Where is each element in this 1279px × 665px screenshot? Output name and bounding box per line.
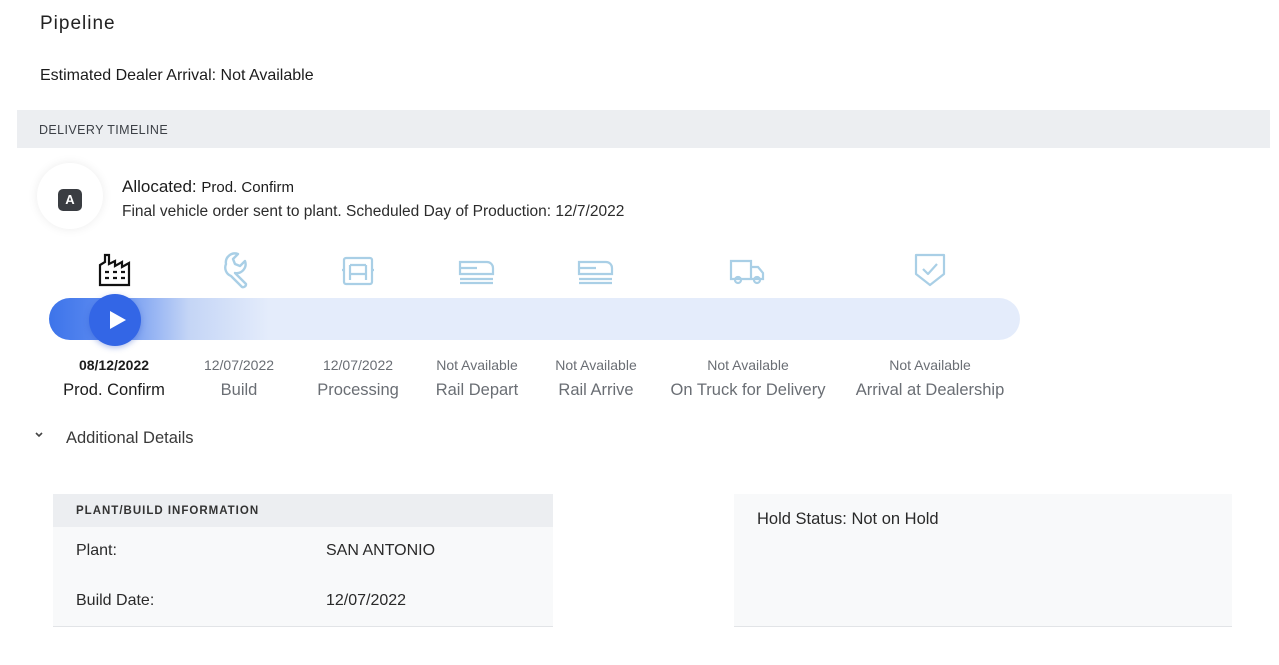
build-date-value: 12/07/2022 xyxy=(326,592,407,609)
factory-icon xyxy=(95,250,135,290)
build-date-label: Build Date: xyxy=(76,592,155,609)
page-title: Pipeline xyxy=(40,13,116,34)
truck-icon xyxy=(727,250,767,290)
status-badge: A xyxy=(58,189,82,211)
chevron-down-icon[interactable] xyxy=(33,428,45,444)
plant-label: Plant: xyxy=(76,542,117,559)
shield-check-icon xyxy=(910,250,950,290)
rail-car-icon xyxy=(576,250,616,290)
estimated-dealer-arrival: Estimated Dealer Arrival: Not Available xyxy=(40,67,314,84)
stage-date: Not Available xyxy=(889,357,971,373)
status-label: Allocated: xyxy=(122,177,197,196)
plant-value: SAN ANTONIO xyxy=(326,542,436,559)
wrench-icon xyxy=(218,250,258,290)
additional-details-toggle[interactable]: Additional Details xyxy=(66,429,194,448)
processing-icon xyxy=(338,250,378,290)
status-stage: Prod. Confirm xyxy=(201,179,294,196)
stage-arrival-dealership[interactable]: Not Available Arrival at Dealership xyxy=(840,355,1020,400)
rail-car-icon xyxy=(457,250,497,290)
play-button[interactable] xyxy=(89,294,141,346)
delivery-timeline-header: DELIVERY TIMELINE xyxy=(17,110,1270,148)
stage-date: Not Available xyxy=(707,357,789,373)
play-icon xyxy=(110,311,126,329)
timeline-progress-track xyxy=(49,298,1020,340)
hold-status-card: Hold Status: Not on Hold xyxy=(734,494,1232,627)
status-title: Allocated: Prod. Confirm xyxy=(122,177,294,197)
delivery-timeline-header-label: DELIVERY TIMELINE xyxy=(39,123,169,137)
plant-build-header-label: PLANT/BUILD INFORMATION xyxy=(76,505,260,517)
stage-label: On Truck for Delivery xyxy=(670,381,826,399)
plant-build-card: PLANT/BUILD INFORMATION Plant: SAN ANTON… xyxy=(53,494,553,627)
stage-on-truck[interactable]: Not Available On Truck for Delivery xyxy=(658,355,838,400)
status-description: Final vehicle order sent to plant. Sched… xyxy=(122,203,625,220)
hold-status: Hold Status: Not on Hold xyxy=(757,510,939,528)
stage-label: Arrival at Dealership xyxy=(855,381,1005,399)
